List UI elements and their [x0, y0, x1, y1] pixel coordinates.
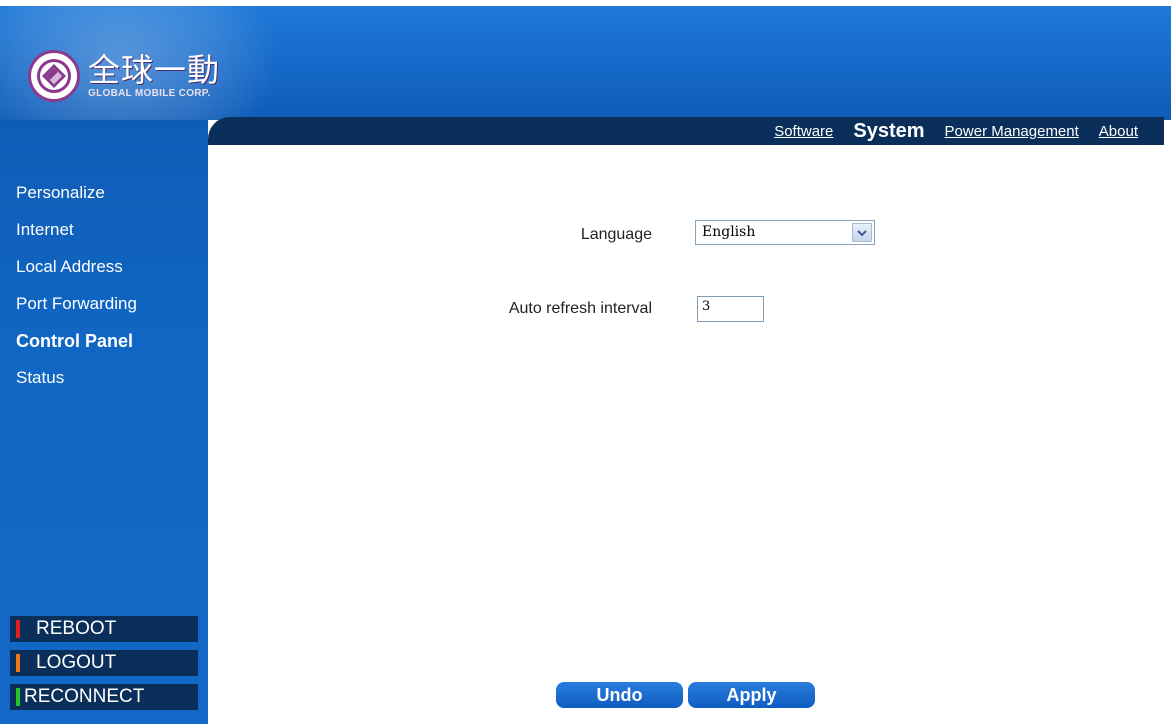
- reconnect-label: RECONNECT: [24, 686, 145, 707]
- logo-emblem-icon: [28, 50, 80, 102]
- sidebar-item-local-address[interactable]: Local Address: [0, 254, 208, 291]
- brand-name-cn: 全球一動: [88, 51, 221, 89]
- reconnect-indicator: [16, 688, 20, 706]
- reboot-button[interactable]: REBOOT: [10, 616, 198, 642]
- sidebar-menu: Personalize Internet Local Address Port …: [0, 180, 208, 402]
- sidebar-item-status[interactable]: Status: [0, 365, 208, 402]
- logout-label: LOGOUT: [36, 652, 117, 673]
- sidebar-item-personalize[interactable]: Personalize: [0, 180, 208, 217]
- top-navbar: Software System Power Management About: [208, 117, 1164, 145]
- brand-name-en: GLOBAL MOBILE CORP.: [88, 88, 211, 99]
- refresh-interval-input[interactable]: 3: [697, 296, 764, 322]
- reboot-indicator: [16, 620, 20, 638]
- sidebar-item-internet[interactable]: Internet: [0, 217, 208, 254]
- reboot-label: REBOOT: [36, 618, 117, 639]
- logout-button[interactable]: LOGOUT: [10, 650, 198, 676]
- tab-software[interactable]: Software: [774, 123, 833, 140]
- tab-system[interactable]: System: [853, 120, 924, 143]
- header: 全球一動 GLOBAL MOBILE CORP.: [0, 0, 1171, 176]
- chevron-down-icon[interactable]: [852, 223, 872, 242]
- sidebar-item-port-forwarding[interactable]: Port Forwarding: [0, 291, 208, 328]
- language-value: English: [702, 224, 756, 240]
- language-select[interactable]: English: [695, 220, 875, 245]
- sidebar-item-control-panel[interactable]: Control Panel: [0, 328, 208, 365]
- tab-about[interactable]: About: [1099, 123, 1138, 140]
- undo-button[interactable]: Undo: [556, 682, 683, 708]
- tab-list: Software System Power Management About: [774, 117, 1164, 145]
- brand-logo: 全球一動 GLOBAL MOBILE CORP.: [28, 50, 220, 102]
- logo-text: 全球一動 GLOBAL MOBILE CORP.: [88, 53, 220, 99]
- tab-power-management[interactable]: Power Management: [945, 123, 1079, 140]
- reconnect-button[interactable]: RECONNECT: [10, 684, 198, 710]
- apply-button[interactable]: Apply: [688, 682, 815, 708]
- logout-indicator: [16, 654, 20, 672]
- language-label: Language: [580, 226, 652, 243]
- refresh-interval-label: Auto refresh interval: [508, 300, 652, 317]
